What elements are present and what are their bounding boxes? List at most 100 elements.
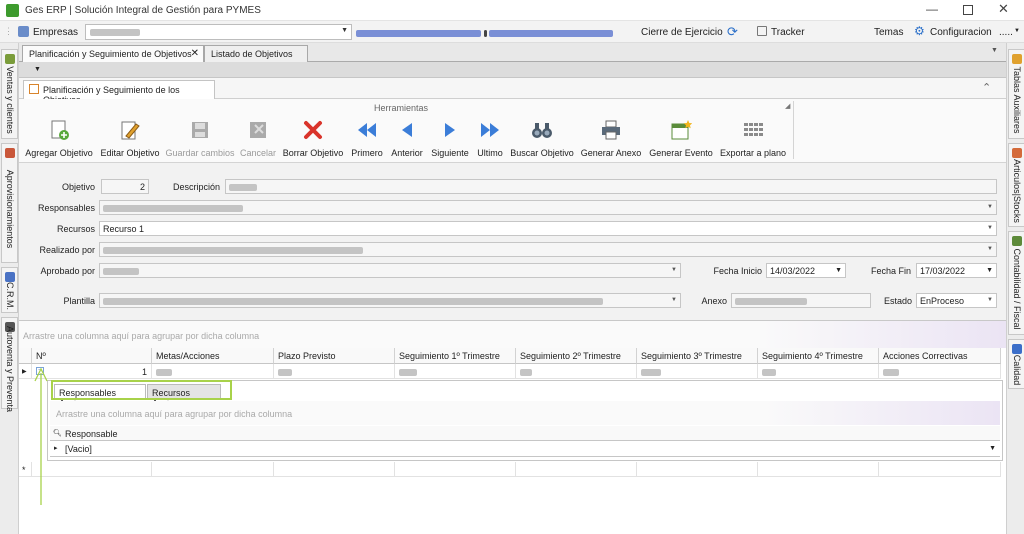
estado-select[interactable]: EnProceso ▼ [916,293,997,308]
detail-group-panel[interactable]: Arrastre una columna aquí para agrupar p… [50,401,1000,425]
primero-button[interactable]: Primero [347,119,387,161]
ultimo-button[interactable]: Ultimo [473,119,507,161]
tab-list-chevron-icon[interactable]: ▼ [991,47,998,54]
seg3-cell[interactable] [637,364,758,379]
grip-icon: ⋮ [4,26,13,36]
seg4-cell[interactable] [758,364,879,379]
side-tab-autoventa[interactable]: Autoventa y Preventa [1,317,18,412]
column-header-responsable[interactable]: Responsable [65,429,118,439]
exportar-plano-button[interactable]: Exportar a plano [717,119,789,161]
realizado-select[interactable]: ▼ [99,242,997,257]
editar-objetivo-button[interactable]: Editar Objetivo [97,119,163,161]
realizado-label: Realizado por [39,245,95,255]
maximize-icon[interactable] [963,5,973,15]
side-tab-tablas-auxiliares[interactable]: Tablas Auxiliares [1008,49,1024,139]
chevron-down-icon: ▼ [986,267,993,274]
objective-form: Objetivo 2 Descripción Responsables ▼ Re… [19,163,1006,321]
panel-tab[interactable]: Planificación y Seguimiento de los Objet… [23,80,215,105]
column-header-seg2[interactable]: Seguimiento 2º Trimestre [516,348,637,364]
row-indicator[interactable]: ▶ [19,364,32,379]
metas-cell[interactable] [152,364,274,379]
tracker-button[interactable]: Tracker [771,27,805,38]
side-tab-articulos[interactable]: Articulos|Stocks [1008,143,1024,227]
generar-anexo-button[interactable]: Generar Anexo [577,119,645,161]
chevron-down-icon: ▼ [987,204,993,210]
previous-record-icon [402,123,412,137]
side-tab-crm[interactable]: C.R.M. [1,267,18,313]
new-row-cell[interactable] [879,462,1001,477]
cancelar-button[interactable]: Cancelar [237,119,279,161]
aprobado-select[interactable]: ▼ [99,263,681,278]
calendar-star-icon [671,120,692,140]
estado-label: Estado [883,296,912,306]
descripcion-field[interactable] [225,179,997,194]
seg1-cell[interactable] [395,364,516,379]
side-tab-aprovisionamientos[interactable]: Aprovisionamientos [1,143,18,263]
edit-icon [121,121,140,140]
fecha-fin-field[interactable]: 17/03/2022 ▼ [916,263,997,278]
plantilla-select[interactable]: ▼ [99,293,681,308]
cancel-icon [250,122,266,138]
seg2-cell[interactable] [516,364,637,379]
buscar-objetivo-button[interactable]: Buscar Objetivo [507,119,577,161]
new-row-cell[interactable] [637,462,758,477]
toolbar-group-border [793,101,794,159]
temas-button[interactable]: Temas [874,27,903,38]
new-row-cell[interactable] [274,462,395,477]
side-tab-ventas[interactable]: Ventas y clientes [1,49,18,139]
acciones-cell[interactable] [879,364,1001,379]
filter-search-icon[interactable]: 🔍︎ [53,429,62,437]
column-header-plazo[interactable]: Plazo Previsto [274,348,395,364]
minimize-icon[interactable]: — [926,2,938,16]
anexo-field[interactable] [731,293,871,308]
more-chevron-icon[interactable]: ▼ [1014,28,1020,34]
borrar-objetivo-button[interactable]: Borrar Objetivo [279,119,347,161]
cierre-ejercicio-button[interactable]: Cierre de Ejercicio [641,27,723,38]
anterior-button[interactable]: Anterior [387,119,427,161]
column-header-acciones[interactable]: Acciones Correctivas [879,348,1001,364]
side-tab-contabilidad[interactable]: Contabilidad / Fiscal [1008,231,1024,335]
siguiente-button[interactable]: Siguiente [427,119,473,161]
refresh-icon[interactable]: ⟳ [727,24,738,40]
new-row-indicator[interactable]: * [19,462,32,477]
tab-listado-objetivos[interactable]: Listado de Objetivos [204,45,308,62]
objetivo-field[interactable]: 2 [101,179,149,194]
column-header-seg1[interactable]: Seguimiento 1º Trimestre [395,348,516,364]
binoculars-icon [532,123,552,138]
close-tab-icon[interactable]: ✕ [191,48,199,59]
new-row-cell[interactable] [152,462,274,477]
tab-planificacion[interactable]: Planificación y Seguimiento de Objetivos… [22,45,204,62]
collapse-panel-icon[interactable]: ⌃ [982,81,991,94]
crm-icon [5,272,15,282]
responsables-select[interactable]: ▼ [99,200,997,215]
side-tab-calidad[interactable]: Calidad [1008,339,1024,389]
configuracion-button[interactable]: Configuracion [930,27,992,38]
column-header-metas[interactable]: Metas/Acciones [152,348,274,364]
new-row-cell[interactable] [758,462,879,477]
column-header-numero[interactable]: Nº [32,348,152,364]
detail-row[interactable]: ▸ [Vacio] ▼ [50,441,1000,457]
group-panel[interactable]: Arrastre una columna aquí para agrupar p… [19,321,1006,348]
articulos-icon [1012,148,1022,158]
recursos-select[interactable]: Recurso 1 ▼ [99,221,997,236]
new-row-cell[interactable] [516,462,637,477]
group-expand-icon[interactable]: ◢ [785,102,790,110]
plazo-cell[interactable] [274,364,395,379]
column-header-seg3[interactable]: Seguimiento 3º Trimestre [637,348,758,364]
window-title: Ges ERP | Solución Integral de Gestión p… [25,5,261,16]
close-window-icon[interactable]: ✕ [998,1,1009,17]
more-menu[interactable]: ..... [999,27,1013,38]
chevron-down-icon[interactable]: ▼ [989,445,996,452]
guardar-cambios-button[interactable]: Guardar cambios [163,119,237,161]
empresa-select[interactable]: ▼ [85,24,352,40]
aprovisionamientos-icon [5,148,15,158]
generar-evento-button[interactable]: Generar Evento [645,119,717,161]
column-header-seg4[interactable]: Seguimiento 4º Trimestre [758,348,879,364]
new-row-cell[interactable] [395,462,516,477]
agregar-objetivo-button[interactable]: Agregar Objetivo [21,119,97,161]
fecha-inicio-field[interactable]: 14/03/2022 ▼ [766,263,846,278]
collapse-chevron-icon[interactable]: ▼ [34,66,41,73]
hierarchy-icon [29,84,39,94]
filter-row-icon: ▸ [54,445,58,452]
panel-header: Planificación y Seguimiento de los Objet… [19,78,1006,105]
